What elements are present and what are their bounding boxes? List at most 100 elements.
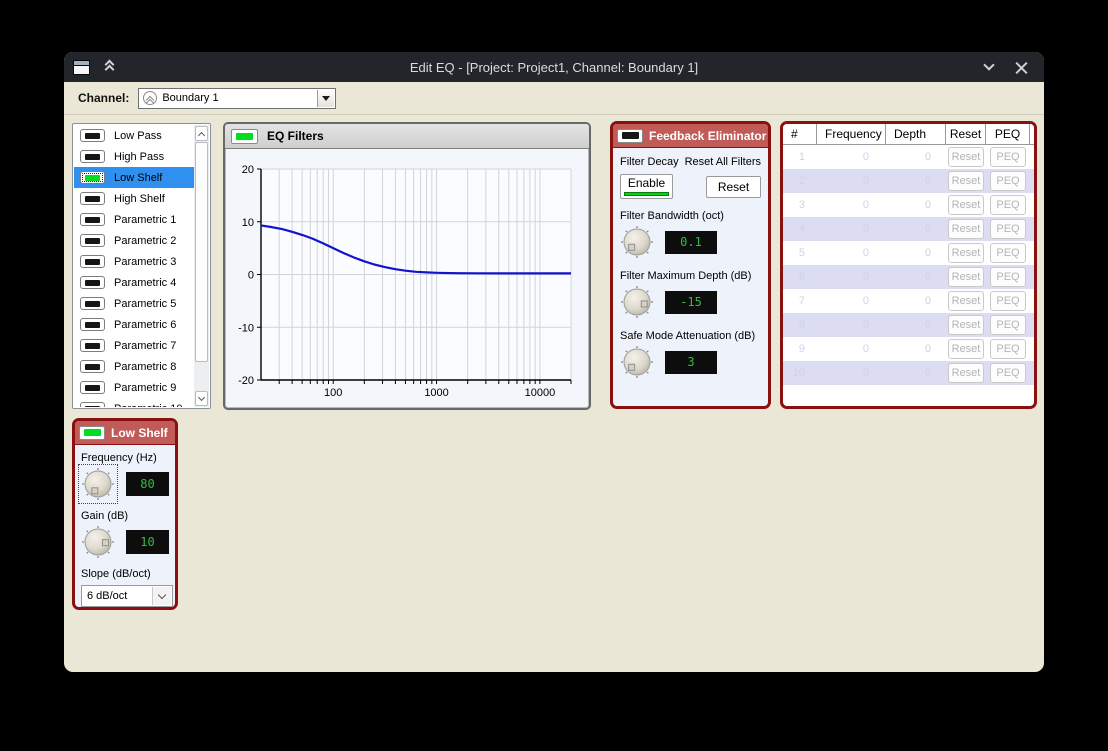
eq-filters-led-button[interactable]: [231, 129, 258, 144]
filter-led-button[interactable]: [80, 339, 105, 352]
led-off-indicator: [622, 132, 639, 139]
list-item[interactable]: Parametric 9: [74, 377, 194, 398]
filter-list-scrollbar[interactable]: [194, 125, 209, 407]
dropdown-arrow-icon: [322, 96, 330, 101]
filter-item-label: Parametric 8: [114, 361, 176, 373]
filter-led-button[interactable]: [80, 381, 105, 394]
row-reset-button[interactable]: Reset: [948, 315, 984, 335]
table-row: 900ResetPEQ: [783, 337, 1034, 361]
frequency-value: 0: [817, 289, 886, 313]
filter-led-button[interactable]: [80, 192, 105, 205]
peq-cell: PEQ: [986, 337, 1030, 361]
frequency-knob[interactable]: [81, 467, 115, 501]
filter-led-button[interactable]: [80, 150, 105, 163]
shade-double-chevron-up-icon[interactable]: [102, 59, 118, 75]
row-peq-button[interactable]: PEQ: [990, 363, 1026, 383]
filter-led-button[interactable]: [80, 171, 105, 184]
titlebar[interactable]: Edit EQ - [Project: Project1, Channel: B…: [64, 52, 1044, 82]
filter-led-button[interactable]: [80, 255, 105, 268]
row-reset-button[interactable]: Reset: [948, 363, 984, 383]
row-peq-button[interactable]: PEQ: [990, 171, 1026, 191]
safe-mode-attenuation-group: Safe Mode Attenuation (dB)3: [620, 330, 761, 379]
feedback-led-button[interactable]: [617, 129, 643, 143]
gain-knob[interactable]: [81, 525, 115, 559]
close-icon[interactable]: [1015, 61, 1028, 74]
depth-value: 0: [886, 217, 946, 241]
filter-bandwidth-group: Filter Bandwidth (oct)0.1: [620, 210, 761, 259]
list-item[interactable]: Parametric 3: [74, 251, 194, 272]
filter-led-button[interactable]: [80, 318, 105, 331]
filter-led-button[interactable]: [80, 297, 105, 310]
filter-item-label: Parametric 5: [114, 298, 176, 310]
depth-value: 0: [886, 169, 946, 193]
row-peq-button[interactable]: PEQ: [990, 315, 1026, 335]
list-item[interactable]: Parametric 6: [74, 314, 194, 335]
safe-mode-attenuation-value-display: 3: [665, 351, 717, 374]
row-peq-button[interactable]: PEQ: [990, 219, 1026, 239]
list-item[interactable]: Low Shelf: [74, 167, 194, 188]
row-peq-button[interactable]: PEQ: [990, 195, 1026, 215]
slope-select-arrow-button[interactable]: [152, 587, 171, 605]
row-peq-button[interactable]: PEQ: [990, 291, 1026, 311]
scroll-up-button[interactable]: [195, 126, 208, 141]
safe-mode-attenuation-knob[interactable]: [620, 345, 654, 379]
row-peq-button[interactable]: PEQ: [990, 243, 1026, 263]
channel-combobox-arrow-button[interactable]: [317, 90, 334, 107]
row-number: 10: [783, 361, 817, 385]
scroll-thumb[interactable]: [195, 142, 208, 362]
reset-cell: Reset: [946, 337, 986, 361]
app-window-icon: [73, 60, 90, 75]
filter-led-button[interactable]: [80, 276, 105, 289]
filter-led-button[interactable]: [80, 360, 105, 373]
list-item[interactable]: Parametric 1: [74, 209, 194, 230]
row-peq-button[interactable]: PEQ: [990, 267, 1026, 287]
row-reset-button[interactable]: Reset: [948, 243, 984, 263]
list-item[interactable]: Parametric 8: [74, 356, 194, 377]
edit-eq-window: Edit EQ - [Project: Project1, Channel: B…: [64, 52, 1044, 672]
row-reset-button[interactable]: Reset: [948, 147, 984, 167]
row-reset-button[interactable]: Reset: [948, 195, 984, 215]
channel-label: Channel:: [78, 91, 129, 105]
reset-all-filters-button[interactable]: Reset: [706, 176, 761, 198]
low-shelf-led-button[interactable]: [79, 426, 105, 440]
list-item[interactable]: Parametric 2: [74, 230, 194, 251]
slope-select[interactable]: 6 dB/oct: [81, 585, 173, 607]
list-item[interactable]: Low Pass: [74, 125, 194, 146]
filter-led-button[interactable]: [80, 402, 105, 407]
filter-bandwidth-knob[interactable]: [620, 225, 654, 259]
row-reset-button[interactable]: Reset: [948, 267, 984, 287]
list-item[interactable]: High Shelf: [74, 188, 194, 209]
filter-decay-enable-button[interactable]: Enable: [620, 174, 673, 199]
list-item[interactable]: Parametric 10: [74, 398, 194, 407]
collapse-chevron-down-icon[interactable]: [983, 59, 994, 70]
filter-led-button[interactable]: [80, 129, 105, 142]
list-item[interactable]: High Pass: [74, 146, 194, 167]
row-reset-button[interactable]: Reset: [948, 219, 984, 239]
list-item[interactable]: Parametric 4: [74, 272, 194, 293]
frequency-value-display: 80: [126, 472, 169, 496]
svg-text:100: 100: [324, 387, 342, 399]
filter-maximum-depth-knob[interactable]: [620, 285, 654, 319]
channel-combobox[interactable]: Boundary 1: [138, 88, 336, 109]
row-number: 2: [783, 169, 817, 193]
filter-led-button[interactable]: [80, 234, 105, 247]
row-peq-button[interactable]: PEQ: [990, 339, 1026, 359]
column-header-peq: PEQ: [986, 124, 1030, 144]
svg-text:10: 10: [242, 217, 254, 229]
row-reset-button[interactable]: Reset: [948, 339, 984, 359]
column-header-reset: Reset: [946, 124, 986, 144]
feedback-eliminator-header: Feedback Eliminator: [613, 124, 768, 148]
filter-led-button[interactable]: [80, 213, 105, 226]
column-header-frequency: Frequency: [817, 124, 886, 144]
row-peq-button[interactable]: PEQ: [990, 147, 1026, 167]
slope-label: Slope (dB/oct): [81, 568, 169, 580]
row-reset-button[interactable]: Reset: [948, 171, 984, 191]
list-item[interactable]: Parametric 5: [74, 293, 194, 314]
scroll-down-button[interactable]: [195, 391, 208, 406]
led-off-indicator: [85, 133, 100, 139]
row-reset-button[interactable]: Reset: [948, 291, 984, 311]
led-off-indicator: [85, 322, 100, 328]
led-off-indicator: [85, 217, 100, 223]
list-item[interactable]: Parametric 7: [74, 335, 194, 356]
eq-filters-header: EQ Filters: [225, 124, 589, 149]
